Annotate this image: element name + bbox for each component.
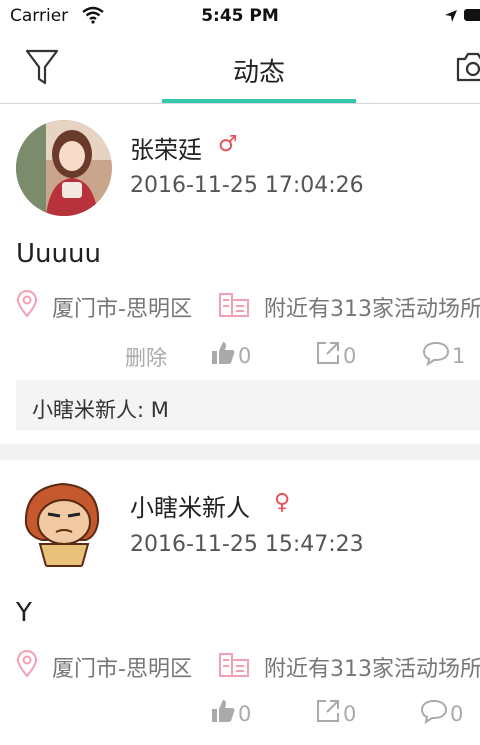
username[interactable]: 小瞎米新人	[130, 488, 250, 523]
building-icon	[218, 650, 250, 684]
thumbs-up-icon	[210, 698, 238, 729]
username[interactable]: 张荣廷	[130, 130, 202, 165]
comment-preview[interactable]: 小瞎米新人: M	[16, 380, 480, 430]
share-count: 0	[343, 701, 357, 726]
post-card: 张荣廷 ♂ 2016-11-25 17:04:26 Uuuuu 厦门市-思明区 …	[0, 104, 480, 444]
comment-icon	[420, 698, 450, 729]
post-content: Y	[16, 598, 32, 628]
avatar[interactable]	[16, 120, 112, 216]
post-content: Uuuuu	[16, 239, 101, 269]
action-bar: 0 0 0	[0, 698, 480, 728]
location-pin-icon	[16, 650, 38, 684]
post-timestamp: 2016-11-25 15:47:23	[130, 532, 364, 557]
comment-button[interactable]: 1	[422, 340, 465, 371]
like-button[interactable]: 0	[210, 340, 251, 371]
post-timestamp: 2016-11-25 17:04:26	[130, 173, 364, 198]
share-icon	[315, 698, 343, 729]
comment-button[interactable]: 0	[420, 698, 463, 729]
comment-author[interactable]: 小瞎米新人	[32, 398, 137, 422]
male-icon: ♂	[218, 132, 238, 157]
camera-icon[interactable]	[456, 50, 480, 88]
like-count: 0	[238, 701, 252, 726]
share-button[interactable]: 0	[315, 340, 356, 371]
share-icon	[315, 340, 343, 371]
share-count: 0	[343, 343, 357, 368]
location-row: 厦门市-思明区 附近有313家活动场所	[16, 650, 480, 684]
building-icon	[218, 290, 250, 324]
comment-count: 0	[450, 701, 464, 726]
thumbs-up-icon	[210, 340, 238, 371]
avatar[interactable]	[16, 474, 112, 570]
status-bar: Carrier 5:45 PM	[0, 0, 480, 34]
comment-text: M	[150, 398, 169, 422]
nav-bar: 动态	[0, 34, 480, 104]
location-text[interactable]: 厦门市-思明区	[52, 651, 192, 683]
location-pin-icon	[16, 290, 38, 324]
post-card: 小瞎米新人 ♀ 2016-11-25 15:47:23 Y 厦门市-思明区 附近…	[0, 460, 480, 745]
page-title: 动态	[232, 58, 285, 88]
battery-icon	[464, 9, 480, 21]
comment-icon	[422, 340, 452, 371]
location-row: 厦门市-思明区 附近有313家活动场所	[16, 290, 480, 324]
post-divider	[0, 444, 480, 460]
share-button[interactable]: 0	[315, 698, 356, 729]
comment-separator: :	[137, 398, 151, 422]
like-count: 0	[238, 343, 252, 368]
clock: 5:45 PM	[201, 6, 279, 26]
location-arrow-icon	[444, 8, 458, 28]
location-text[interactable]: 厦门市-思明区	[52, 291, 192, 323]
action-bar: 删除 0 0 1	[0, 340, 480, 370]
delete-button[interactable]: 删除	[125, 342, 167, 372]
nearby-venues-text[interactable]: 附近有313家活动场所	[264, 291, 480, 323]
tab-indicator	[162, 99, 356, 103]
comment-count: 1	[452, 343, 466, 368]
like-button[interactable]: 0	[210, 698, 251, 729]
nearby-venues-text[interactable]: 附近有313家活动场所	[264, 651, 480, 683]
female-icon: ♀	[274, 490, 291, 515]
